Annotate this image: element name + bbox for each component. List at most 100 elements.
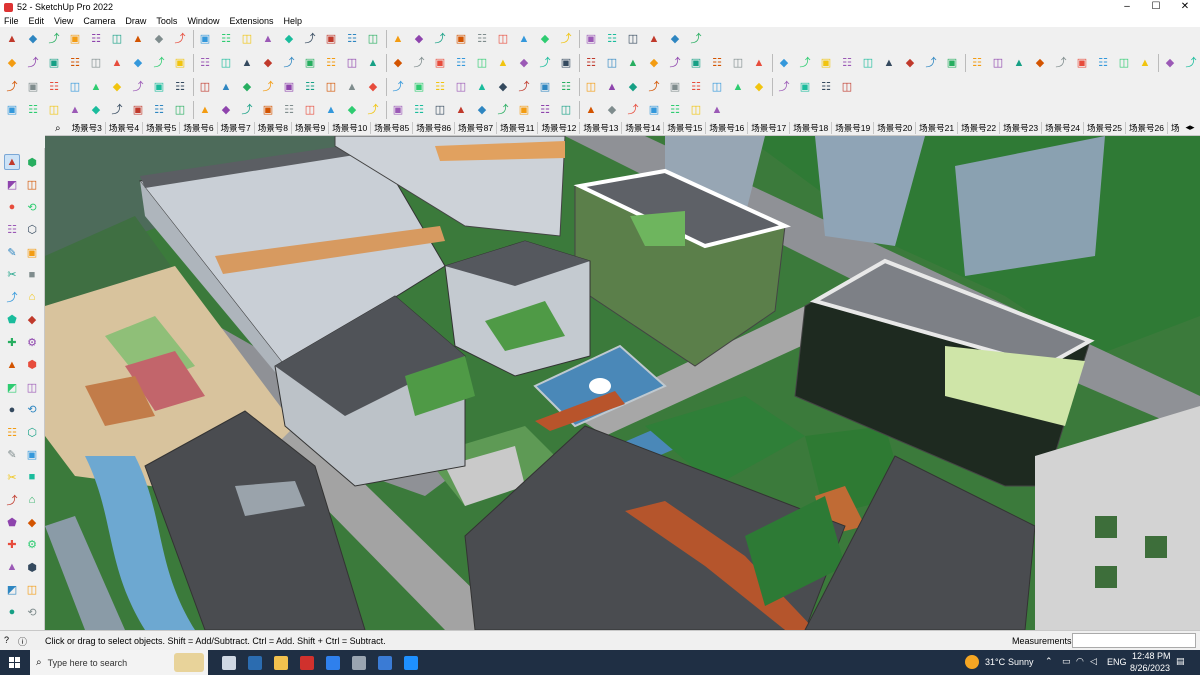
stripes-icon[interactable]: ☷ <box>411 102 427 118</box>
scene-tab[interactable]: 场景号16 <box>706 122 749 134</box>
3d-text-icon[interactable]: ▣ <box>24 447 40 463</box>
guides-icon[interactable]: ▲ <box>239 55 255 71</box>
section-plane-icon[interactable]: ☷ <box>604 31 620 47</box>
push-pull-icon[interactable]: ▲ <box>130 31 146 47</box>
solid-subtract-icon[interactable]: ☷ <box>583 55 599 71</box>
select-icon[interactable]: ◆ <box>25 31 41 47</box>
print-icon[interactable]: ⤴ <box>688 31 704 47</box>
select-icon[interactable]: ▲ <box>4 154 20 170</box>
joint-push-pull-icon[interactable]: ⤴ <box>1053 55 1069 71</box>
cone-icon[interactable]: ◫ <box>67 79 83 95</box>
edge-icon[interactable] <box>398 650 424 675</box>
sandbox-icon[interactable]: ⤴ <box>411 55 427 71</box>
menu-help[interactable]: Help <box>279 16 308 26</box>
pen-icon[interactable]: ▣ <box>4 102 20 118</box>
scene-tab[interactable]: 场景号4 <box>106 122 144 134</box>
shaded-icon[interactable]: ◫ <box>88 55 104 71</box>
paint-bucket-icon[interactable]: ◩ <box>4 177 20 193</box>
polyline-icon[interactable]: ☷ <box>25 102 41 118</box>
arc-icon[interactable]: ☷ <box>88 31 104 47</box>
prism-icon[interactable]: ⤴ <box>130 79 146 95</box>
scene-tab[interactable]: 场景号86 <box>413 122 456 134</box>
stairs-icon[interactable]: ▣ <box>818 55 834 71</box>
close-button[interactable]: ✕ <box>1170 0 1200 14</box>
polygon-icon[interactable]: ■ <box>24 267 40 283</box>
hide-icon[interactable]: ◆ <box>625 79 641 95</box>
beam-icon[interactable]: ⤴ <box>390 79 406 95</box>
styles-icon[interactable]: ▣ <box>172 55 188 71</box>
media-icon[interactable] <box>346 650 372 675</box>
walk-icon[interactable]: ▲ <box>4 559 20 575</box>
tray-chevron-icon[interactable]: ⌃ <box>1045 656 1053 667</box>
railing-icon[interactable]: ☷ <box>302 79 318 95</box>
spline-icon[interactable]: ⤴ <box>1183 55 1199 71</box>
magnifier-icon[interactable]: ⌕ <box>45 123 69 134</box>
acrobat-icon[interactable] <box>294 650 320 675</box>
two-point-arc-icon[interactable]: ⌂ <box>24 289 40 305</box>
scene-tab[interactable]: 场景号18 <box>790 122 833 134</box>
scene-tab[interactable]: 场景号3 <box>69 122 106 134</box>
house-icon[interactable]: ☷ <box>709 55 725 71</box>
scene-tab[interactable]: 场景号13 <box>580 122 623 134</box>
wireframe-icon[interactable]: ▣ <box>46 55 62 71</box>
contour-icon[interactable]: ⤴ <box>365 102 381 118</box>
previous-view-icon[interactable]: ◆ <box>24 514 40 530</box>
scene-tab[interactable]: 场景号24 <box>1042 122 1085 134</box>
water-icon[interactable]: ☷ <box>537 102 553 118</box>
scene-tab[interactable]: 场景号23 <box>1000 122 1043 134</box>
taskbar-search[interactable]: ⌕ Type here to search <box>30 650 208 675</box>
walk-icon[interactable]: ▲ <box>730 79 746 95</box>
menu-tools[interactable]: Tools <box>152 16 183 26</box>
extension-warehouse-icon[interactable]: ◆ <box>411 31 427 47</box>
ribbon-icon[interactable]: ☷ <box>667 102 683 118</box>
tray-wifi-icon[interactable]: ◠ <box>1076 656 1084 667</box>
weld-curve-icon[interactable]: ▣ <box>260 102 276 118</box>
distribute-icon[interactable]: ⤴ <box>516 79 532 95</box>
shape-bender-icon[interactable]: ▲ <box>1011 55 1027 71</box>
tag-pencil-icon[interactable]: ⟲ <box>24 199 40 215</box>
mirror-icon[interactable]: ▲ <box>474 79 490 95</box>
hidden-line-icon[interactable]: ☷ <box>67 55 83 71</box>
weather-text[interactable]: Sunny <box>1008 657 1034 667</box>
warehouse-model-icon[interactable]: ⤴ <box>537 55 553 71</box>
scene-tab[interactable]: 场景号8 <box>255 122 293 134</box>
help-icon[interactable]: ? <box>4 635 9 645</box>
sketchup-icon[interactable] <box>372 650 398 675</box>
warehouse-icon[interactable]: ● <box>4 604 20 620</box>
menu-file[interactable]: File <box>0 16 25 26</box>
line-icon[interactable]: ▣ <box>67 31 83 47</box>
zoom-extents-icon[interactable]: ◫ <box>365 31 381 47</box>
iso-view-icon[interactable]: ☷ <box>474 31 490 47</box>
subdivide-icon[interactable]: ☷ <box>1095 55 1111 71</box>
follow-me-icon[interactable]: ⬢ <box>24 357 40 373</box>
concrete-icon[interactable]: ◆ <box>604 102 620 118</box>
tape-measure-icon[interactable]: ◫ <box>239 31 255 47</box>
rectangle-icon[interactable]: ◫ <box>109 31 125 47</box>
undo-icon[interactable]: ▲ <box>646 31 662 47</box>
quadface-icon[interactable]: ◫ <box>1116 55 1132 71</box>
bolt-icon[interactable]: ⤴ <box>260 79 276 95</box>
rotate-icon[interactable]: ▣ <box>197 31 213 47</box>
eraser-icon[interactable]: ⤴ <box>46 31 62 47</box>
scene-tab[interactable]: 场景号25 <box>1084 122 1127 134</box>
model-viewport[interactable] <box>45 136 1200 630</box>
rotated-rect-icon[interactable]: ▣ <box>24 244 40 260</box>
menu-draw[interactable]: Draw <box>121 16 152 26</box>
textured-icon[interactable]: ▲ <box>109 55 125 71</box>
text-icon[interactable]: ▲ <box>260 31 276 47</box>
scene-tab[interactable]: 场景号19 <box>832 122 875 134</box>
add-detail-icon[interactable]: ▲ <box>495 55 511 71</box>
glass-icon[interactable]: ◫ <box>558 102 574 118</box>
rotate-icon[interactable]: ▲ <box>4 357 20 373</box>
clock-time[interactable]: 12:48 PM <box>1132 651 1171 661</box>
position-camera-icon[interactable]: ✚ <box>4 537 20 553</box>
metal-icon[interactable]: ▲ <box>583 102 599 118</box>
stamp-icon[interactable]: ☷ <box>453 55 469 71</box>
explode-icon[interactable]: ◫ <box>583 79 599 95</box>
info-icon[interactable]: ⓘ <box>18 635 27 648</box>
solid-split-icon[interactable]: ▲ <box>625 55 641 71</box>
scene-tab[interactable]: 场景号6 <box>180 122 218 134</box>
scene-tab[interactable]: 场景号87 <box>455 122 498 134</box>
circle-icon[interactable]: ✂ <box>4 267 20 283</box>
scene-tab[interactable]: 场景号12 <box>538 122 581 134</box>
